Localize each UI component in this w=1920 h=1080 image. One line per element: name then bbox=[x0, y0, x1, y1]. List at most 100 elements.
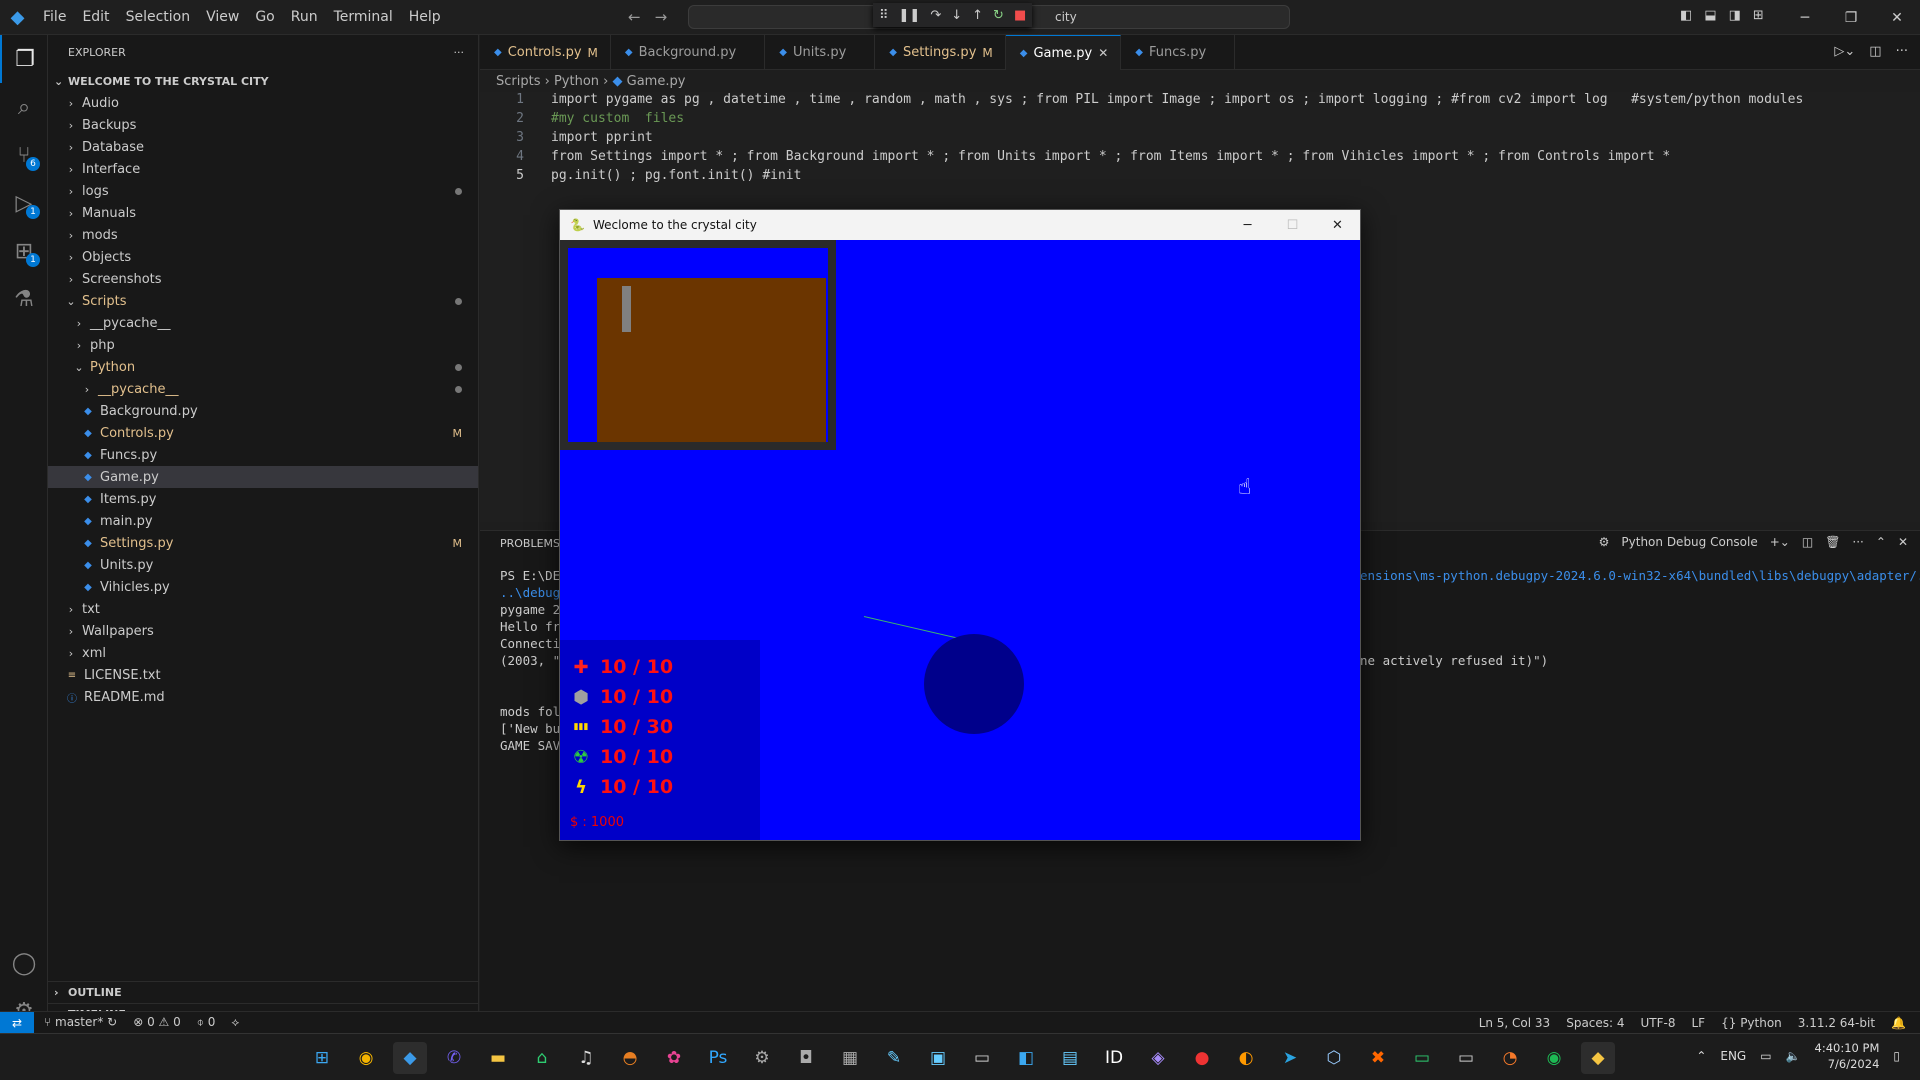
customize-layout-icon[interactable]: ⊞ bbox=[1753, 8, 1764, 23]
tree-folder[interactable]: › Interface bbox=[48, 158, 478, 180]
minimize-icon[interactable]: ─ bbox=[1782, 0, 1828, 35]
figma-icon[interactable]: ✿ bbox=[657, 1042, 691, 1074]
obsidian-icon[interactable]: ◈ bbox=[1141, 1042, 1175, 1074]
spotify-icon[interactable]: ◉ bbox=[1537, 1042, 1571, 1074]
tray-chevron-icon[interactable]: ⌃ bbox=[1696, 1049, 1706, 1063]
step-over-icon[interactable]: ↷ bbox=[930, 8, 941, 23]
game-close-icon[interactable]: ✕ bbox=[1315, 210, 1360, 240]
tree-file[interactable]: ◆ Game.py bbox=[48, 466, 478, 488]
restore-icon[interactable]: ❐ bbox=[1828, 0, 1874, 35]
volume-icon[interactable]: 🔈 bbox=[1786, 1049, 1801, 1063]
tree-file[interactable]: ◆ Items.py bbox=[48, 488, 478, 510]
tree-folder[interactable]: › logs bbox=[48, 180, 478, 202]
fl-studio-icon[interactable]: ♫ bbox=[569, 1042, 603, 1074]
game-titlebar[interactable]: 🐍 Weclome to the crystal city ─ ☐ ✕ bbox=[560, 210, 1360, 240]
tree-file[interactable]: ◆ Units.py bbox=[48, 554, 478, 576]
console-app-icon[interactable]: ▭ bbox=[1449, 1042, 1483, 1074]
python-app-icon[interactable]: ◆ bbox=[1581, 1042, 1615, 1074]
id-app-icon[interactable]: ID bbox=[1097, 1042, 1131, 1074]
testing-icon[interactable]: ⚗ bbox=[0, 275, 48, 323]
stop-icon[interactable]: ■ bbox=[1014, 8, 1026, 23]
tree-file[interactable]: ◆ main.py bbox=[48, 510, 478, 532]
branch-indicator[interactable]: ⑂ master* ↻ bbox=[44, 1015, 117, 1030]
tree-folder[interactable]: › xml bbox=[48, 642, 478, 664]
step-into-icon[interactable]: ↓ bbox=[951, 8, 962, 23]
menu-run[interactable]: Run bbox=[283, 0, 326, 35]
close-icon[interactable]: ✕ bbox=[1874, 0, 1920, 35]
explorer-icon[interactable]: ❐ bbox=[0, 35, 48, 83]
tree-folder[interactable]: › php bbox=[48, 334, 478, 356]
clock[interactable]: 4:40:10 PM 7/6/2024 bbox=[1815, 1040, 1880, 1072]
more-icon[interactable]: ··· bbox=[1852, 535, 1863, 549]
tree-file[interactable]: ◆ Settings.py M bbox=[48, 532, 478, 554]
workspace-root[interactable]: ⌄ WELCOME TO THE CRYSTAL CITY bbox=[48, 70, 478, 92]
blender-like-icon[interactable]: ◓ bbox=[613, 1042, 647, 1074]
more-icon[interactable]: ··· bbox=[1896, 44, 1908, 59]
breadcrumb-file[interactable]: Game.py bbox=[627, 74, 686, 89]
tree-folder[interactable]: ⌄ Scripts bbox=[48, 290, 478, 312]
colorful-app-icon[interactable]: ◐ bbox=[1229, 1042, 1263, 1074]
tree-folder[interactable]: › Manuals bbox=[48, 202, 478, 224]
menu-selection[interactable]: Selection bbox=[118, 0, 199, 35]
editor-tab[interactable]: ◆ Game.py ✕ bbox=[1005, 35, 1122, 70]
run-python-icon[interactable]: ▷⌄ bbox=[1834, 44, 1855, 59]
encoding[interactable]: UTF-8 bbox=[1641, 1016, 1676, 1030]
menu-edit[interactable]: Edit bbox=[74, 0, 117, 35]
tree-folder[interactable]: › Screenshots bbox=[48, 268, 478, 290]
ports-indicator[interactable]: ⌽ 0 bbox=[197, 1015, 216, 1030]
tree-file[interactable]: ◆ Vihicles.py bbox=[48, 576, 478, 598]
step-out-icon[interactable]: ↑ bbox=[972, 8, 983, 23]
tree-file[interactable]: ◆ Controls.py M bbox=[48, 422, 478, 444]
menu-go[interactable]: Go bbox=[247, 0, 282, 35]
vscode-icon[interactable]: ◆ bbox=[393, 1042, 427, 1074]
calculator-icon[interactable]: ▦ bbox=[833, 1042, 867, 1074]
trash-icon[interactable]: 🗑 bbox=[1825, 535, 1840, 549]
eol[interactable]: LF bbox=[1692, 1016, 1706, 1030]
viber-icon[interactable]: ✆ bbox=[437, 1042, 471, 1074]
split-editor-icon[interactable]: ◫ bbox=[1869, 44, 1881, 59]
network-icon[interactable]: ▭ bbox=[1760, 1049, 1771, 1063]
tree-folder[interactable]: › mods bbox=[48, 224, 478, 246]
telegram-icon[interactable]: ➤ bbox=[1273, 1042, 1307, 1074]
chrome-icon[interactable]: ◉ bbox=[349, 1042, 383, 1074]
menu-terminal[interactable]: Terminal bbox=[326, 0, 401, 35]
bell-icon[interactable]: 🔔 bbox=[1891, 1016, 1906, 1030]
tree-file[interactable]: ◆ Funcs.py bbox=[48, 444, 478, 466]
breadcrumb-scripts[interactable]: Scripts bbox=[496, 74, 540, 89]
close-panel-icon[interactable]: ✕ bbox=[1898, 535, 1908, 549]
file-explorer-icon[interactable]: ▬ bbox=[481, 1042, 515, 1074]
problems-indicator[interactable]: ⊗ 0 ⚠ 0 bbox=[133, 1015, 181, 1030]
extensions-icon[interactable]: ⊞ 1 bbox=[0, 227, 48, 275]
game-canvas[interactable]: ϟ 10 / 10 ☢ 10 / 10 ▮▮▮ 10 / 30 ⬢ 10 / 10 ✚ 10 / … bbox=[560, 240, 1360, 840]
language-mode[interactable]: {} Python bbox=[1721, 1016, 1782, 1030]
tree-folder[interactable]: › __pycache__ bbox=[48, 378, 478, 400]
menu-help[interactable]: Help bbox=[401, 0, 449, 35]
photoshop-icon[interactable]: Ps bbox=[701, 1042, 735, 1074]
tree-folder[interactable]: › Audio bbox=[48, 92, 478, 114]
new-terminal-icon[interactable]: +⌄ bbox=[1770, 535, 1790, 549]
run-debug-icon[interactable]: ▷ 1 bbox=[0, 179, 48, 227]
tree-folder[interactable]: › txt bbox=[48, 598, 478, 620]
tree-folder[interactable]: › Wallpapers bbox=[48, 620, 478, 642]
cursor-position[interactable]: Ln 5, Col 33 bbox=[1479, 1016, 1551, 1030]
menu-view[interactable]: View bbox=[198, 0, 247, 35]
tree-folder[interactable]: › Database bbox=[48, 136, 478, 158]
xampp-icon[interactable]: ✖ bbox=[1361, 1042, 1395, 1074]
toggle-sidebar-icon[interactable]: ◧ bbox=[1680, 8, 1692, 23]
tab-close-icon[interactable]: ✕ bbox=[1098, 46, 1108, 60]
shell-app-icon[interactable]: ▭ bbox=[1405, 1042, 1439, 1074]
paint-icon[interactable]: ✎ bbox=[877, 1042, 911, 1074]
tree-folder[interactable]: › Backups bbox=[48, 114, 478, 136]
game-minimize-icon[interactable]: ─ bbox=[1225, 210, 1270, 240]
remote-icon[interactable]: ⇄ bbox=[0, 1011, 34, 1034]
source-control-icon[interactable]: ⑂ 6 bbox=[0, 131, 48, 179]
tree-folder[interactable]: › Objects bbox=[48, 246, 478, 268]
restart-icon[interactable]: ↻ bbox=[993, 8, 1004, 23]
menu-file[interactable]: File bbox=[35, 0, 74, 35]
back-arrow-icon[interactable]: ← bbox=[628, 8, 655, 26]
blender-icon[interactable]: ◔ bbox=[1493, 1042, 1527, 1074]
drag-handle-icon[interactable]: ⠿ bbox=[879, 8, 889, 23]
box-app-icon[interactable]: ⬡ bbox=[1317, 1042, 1351, 1074]
editor-tab[interactable]: ◆ Controls.py M bbox=[480, 35, 611, 70]
camera-icon[interactable]: ◘ bbox=[789, 1042, 823, 1074]
